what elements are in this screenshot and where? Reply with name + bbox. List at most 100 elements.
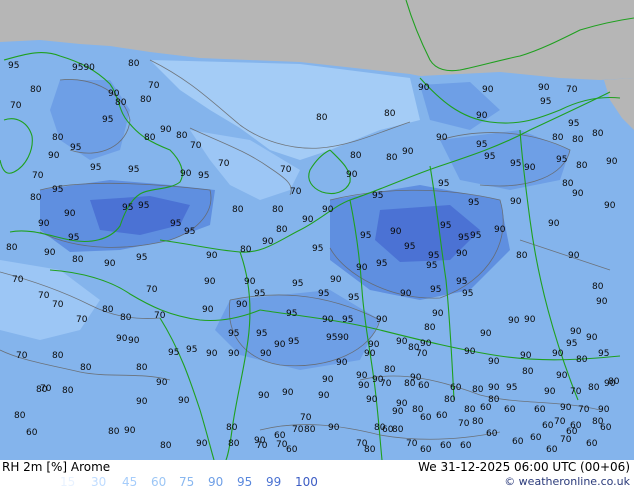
contour-value-label: 90: [330, 275, 342, 285]
contour-value-label: 90: [456, 249, 468, 259]
contour-value-label: 80: [80, 363, 92, 373]
contour-value-label: 90: [402, 147, 414, 157]
contour-value-label: 80: [232, 205, 244, 215]
contour-value-label: 95: [228, 329, 239, 339]
contour-value-label: 80: [62, 386, 74, 396]
credit-link[interactable]: © weatheronline.co.uk: [504, 475, 630, 488]
contour-value-label: 80: [472, 417, 484, 427]
contour-value-label: 60: [530, 433, 542, 443]
contour-value-label: 80: [120, 313, 132, 323]
valid-time: We 31-12-2025 06:00 UTC (00+06): [418, 460, 630, 474]
contour-value-label: 95: [566, 339, 577, 349]
contour-value-label: 70: [416, 349, 428, 359]
contour-value-label: 90: [322, 315, 334, 325]
contour-value-label: 90: [488, 383, 500, 393]
contour-value-label: 90: [178, 396, 190, 406]
contour-value-label: 70: [290, 187, 302, 197]
contour-value-label: 90: [206, 349, 218, 359]
contour-value-label: 80: [608, 377, 620, 387]
contour-value-label: 90: [346, 170, 358, 180]
contour-value-label: 70: [12, 275, 24, 285]
contour-value-label: 90: [538, 83, 550, 93]
contour-value-label: 95: [456, 277, 467, 287]
contour-value-label: 95: [68, 233, 79, 243]
contour-value-label: 60: [512, 437, 524, 447]
contour-value-label: 95: [318, 289, 329, 299]
contour-value-label: 90: [596, 297, 608, 307]
contour-value-label: 80: [176, 131, 188, 141]
contour-value-label: 90: [436, 133, 448, 143]
contour-value-label: 90: [260, 349, 272, 359]
contour-value-label: 95: [438, 179, 449, 189]
contour-value-label: 95: [122, 203, 133, 213]
contour-value-label: 90: [510, 197, 522, 207]
contour-value-label: 70: [16, 351, 28, 361]
contour-value-label: 70: [554, 417, 566, 427]
contour-value-label: 80: [144, 133, 156, 143]
scale-value: 60: [151, 475, 167, 489]
contour-value-label: 60: [418, 381, 430, 391]
contour-value-label: 95: [312, 244, 323, 254]
contour-value-label: 80: [72, 255, 84, 265]
humidity-map-canvas: 95 9590 8080707080 809095809580908070709095…: [0, 0, 634, 460]
contour-value-label: 90: [366, 395, 378, 405]
contour-value-label: 70: [76, 315, 88, 325]
contour-value-label: 60: [534, 405, 546, 415]
contour-value-label: 60: [546, 445, 558, 455]
contour-value-label: 70: [146, 285, 158, 295]
contour-value-label: 80: [516, 251, 528, 261]
contour-value-label: 60: [480, 403, 492, 413]
contour-value-label: 90: [302, 215, 314, 225]
contour-value-label: 95: [510, 159, 521, 169]
contour-value-label: 90: [38, 219, 50, 229]
contour-value-label: 90: [598, 405, 610, 415]
contour-value-label: 90: [322, 375, 334, 385]
contour-value-label: 95: [428, 251, 439, 261]
contour-value-label: 80: [30, 85, 42, 95]
contour-value-label: 95: [430, 285, 441, 295]
contour-value-label: 9590: [326, 333, 349, 343]
contour-value-label: 90: [488, 357, 500, 367]
contour-value-label: 90: [494, 225, 506, 235]
contour-value-label: 60: [542, 421, 554, 431]
contour-value-label: 80: [464, 405, 476, 415]
contour-value-label: 90: [548, 219, 560, 229]
contour-value-label: 95: [506, 383, 517, 393]
contour-value-label: 90: [570, 327, 582, 337]
contour-value-label: 90: [274, 340, 286, 350]
scale-value: 15: [60, 475, 76, 489]
contour-value-label: 80: [424, 323, 436, 333]
contour-value-label: 80: [316, 113, 328, 123]
contour-value-label: 90: [432, 309, 444, 319]
contour-value-label: 90: [358, 381, 370, 391]
contour-value-label: 80: [272, 205, 284, 215]
contour-value-label: 80: [52, 351, 64, 361]
contour-value-label: 70: [578, 405, 590, 415]
contour-value-label: 90: [480, 329, 492, 339]
contour-value-label: 90: [64, 209, 76, 219]
weather-map: 95 9590 80 80 70 70 80 80 90 95 80 95 80 90 80 70 70 90 95…: [0, 0, 634, 460]
contour-value-label: 80: [386, 153, 398, 163]
contour-value-label: 95: [462, 289, 473, 299]
contour-value-label: 90: [476, 111, 488, 121]
contour-value-label: 60: [600, 423, 612, 433]
scale-value: 95: [237, 475, 253, 489]
contour-value-label: 95: [342, 315, 353, 325]
contour-value-label: 95: [136, 253, 147, 263]
contour-value-label: 70: [458, 419, 470, 429]
contour-value-label: 70: [52, 300, 64, 310]
contour-value-label: 80: [592, 129, 604, 139]
contour-value-label: 95: [476, 140, 487, 150]
contour-value-label: 90: [136, 397, 148, 407]
contour-value-label: 95: [256, 329, 267, 339]
contour-value-label: 60: [504, 405, 516, 415]
contour-value-label: 70: [32, 171, 44, 181]
contour-value-label: 90: [258, 391, 270, 401]
contour-value-label: 95: [360, 231, 371, 241]
contour-value-label: 60: [26, 428, 38, 438]
contour-value-label: 90: [236, 300, 248, 310]
contour-value-label: 95: [128, 165, 139, 175]
contour-value-label: 95: [70, 143, 81, 153]
contour-value-label: 80: [115, 98, 127, 108]
contour-value-label: 95: [198, 171, 209, 181]
